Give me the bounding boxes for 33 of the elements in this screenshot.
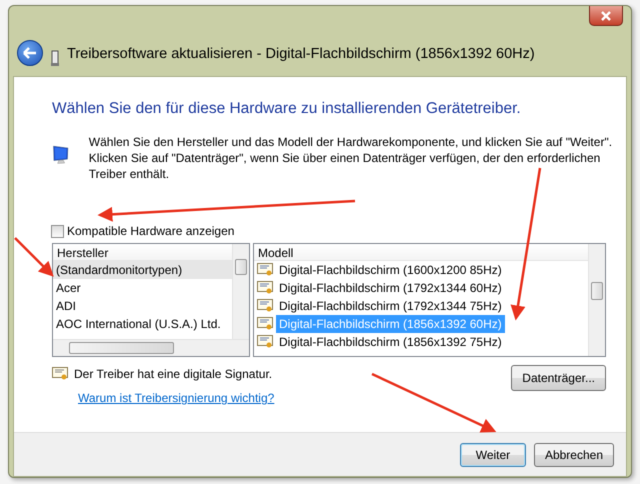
- close-button[interactable]: [589, 6, 623, 26]
- page-heading: Wählen Sie den für diese Hardware zu installierenden Gerätetreiber.: [52, 99, 522, 119]
- certificate-icon: [257, 317, 273, 332]
- certificate-icon: [52, 367, 68, 382]
- close-icon: [600, 10, 612, 20]
- annotation-arrow: [14, 237, 54, 277]
- back-button[interactable]: [17, 40, 43, 66]
- certificate-icon: [257, 281, 273, 296]
- list-item[interactable]: Digital-Flachbildschirm (1856x1392 75Hz): [276, 333, 505, 352]
- horizontal-scrollbar[interactable]: [53, 339, 249, 356]
- vertical-scrollbar[interactable]: [232, 244, 249, 340]
- certificate-icon: [257, 335, 273, 350]
- certificate-icon: [257, 263, 273, 278]
- vertical-scrollbar[interactable]: [588, 244, 605, 356]
- certificate-icon: [257, 299, 273, 314]
- list-item[interactable]: Digital-Flachbildschirm (1792x1344 60Hz): [276, 279, 505, 298]
- dialog-button[interactable]: Weiter: [460, 442, 526, 466]
- list-item[interactable]: AOC International (U.S.A.) Ltd.: [53, 315, 232, 334]
- back-arrow-icon: [23, 47, 37, 59]
- device-icon: [51, 50, 59, 66]
- dialog-button[interactable]: Abbrechen: [534, 442, 614, 466]
- list-item[interactable]: (Standardmonitortypen): [53, 261, 232, 280]
- window-title: Treibersoftware aktualisieren - Digital-Flachbildschirm (1856x1392 60Hz): [67, 45, 535, 64]
- list-item[interactable]: Digital-Flachbildschirm (1792x1344 75Hz): [276, 297, 505, 316]
- disk-button[interactable]: Datenträger...: [511, 365, 606, 392]
- list-item[interactable]: Digital-Flachbildschirm (1600x1200 85Hz): [276, 261, 505, 280]
- instructions-text: Wählen Sie den Hersteller und das Modell der Hardwarekomponente, und klicken Sie auf "Weiter". Klicken Sie auf "Datenträger", wenn Sie über einen Datenträger verfügen, der den erforderlichen Treiber enthält.: [88, 134, 614, 182]
- help-link[interactable]: Warum ist Treibersignierung wichtig?: [78, 391, 274, 406]
- checkbox-label[interactable]: Kompatible Hardware anzeigen: [67, 222, 234, 240]
- checkbox[interactable]: [51, 224, 64, 238]
- list-item[interactable]: ADI: [53, 297, 232, 316]
- list-item[interactable]: Acer: [53, 279, 232, 298]
- signature-text: Der Treiber hat eine digitale Signatur.: [74, 366, 272, 384]
